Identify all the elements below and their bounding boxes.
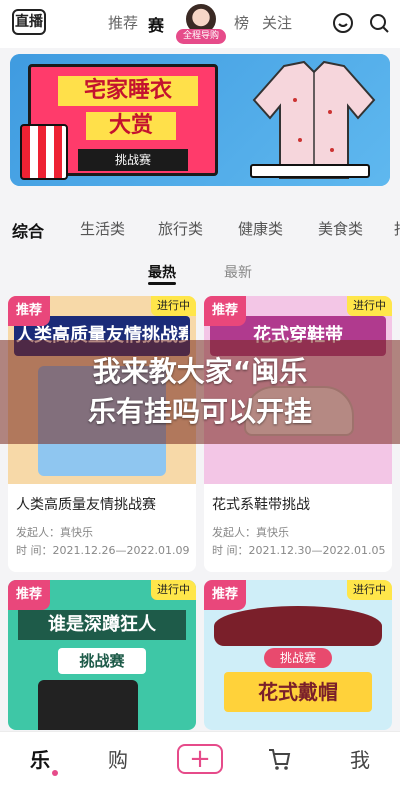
banner-stripe xyxy=(250,164,370,178)
recommend-tag: 推荐 xyxy=(204,580,247,610)
tab-me[interactable]: 我 xyxy=(340,744,380,773)
challenge-card[interactable]: 挑战赛 花式戴帽 推荐 进行中 xyxy=(204,580,392,730)
recommend-tag: 推荐 xyxy=(204,296,247,326)
bottom-tab-bar: 乐 购 + 我 xyxy=(0,731,400,789)
search-icon[interactable] xyxy=(368,12,390,34)
tab-health[interactable]: 健康类 xyxy=(238,218,283,239)
overlay-line1: 我来教大家“闽乐 xyxy=(92,355,308,388)
card-initiator: 发起人：真快乐 xyxy=(16,526,93,539)
recommend-tag: 推荐 xyxy=(8,296,51,326)
cart-icon[interactable] xyxy=(266,746,292,772)
card-time: 时 间：2021.12.26—2022.01.09 xyxy=(16,544,190,557)
sort-underline xyxy=(148,282,176,285)
card-title: 花式系鞋带挑战 xyxy=(212,497,310,513)
card-image-caption: 花式戴帽 xyxy=(224,672,372,712)
live-logo[interactable]: 直播 xyxy=(12,9,46,35)
banner-badge: 挑战赛 xyxy=(78,149,188,171)
guide-label: 全程导购 xyxy=(176,29,226,44)
hat-illustration xyxy=(214,606,382,646)
shopping-guide[interactable]: 全程导购 xyxy=(176,2,226,44)
tab-all[interactable]: 综合 xyxy=(12,218,44,242)
recommend-tag: 推荐 xyxy=(8,580,51,610)
nav-contest[interactable]: 赛 xyxy=(148,12,164,36)
status-badge: 进行中 xyxy=(347,580,392,600)
tab-travel[interactable]: 旅行类 xyxy=(158,218,203,239)
category-tabs: 综合 生活类 旅行类 健康类 美食类 报 xyxy=(0,212,400,242)
nav-recommend[interactable]: 推荐 xyxy=(108,12,138,33)
status-badge: 进行中 xyxy=(347,296,392,316)
create-button[interactable]: + xyxy=(177,744,223,774)
pajama-shirt-illustration xyxy=(252,60,376,179)
nav-follow[interactable]: 关注 xyxy=(262,12,292,33)
top-bar: 直播 推荐 赛 全程导购 榜 关注 xyxy=(0,0,400,48)
sort-newest[interactable]: 最新 xyxy=(224,262,252,282)
sort-tabs: 最热 最新 xyxy=(0,260,400,285)
card-title: 人类高质量友情挑战赛 xyxy=(16,497,156,513)
nav-rank[interactable]: 榜 xyxy=(234,12,249,33)
tab-shop[interactable]: 购 xyxy=(98,744,138,773)
pants-illustration xyxy=(38,680,138,730)
active-dot xyxy=(52,770,58,776)
popcorn-illustration xyxy=(20,124,68,180)
status-badge: 进行中 xyxy=(151,296,196,316)
card-time: 时 间：2021.12.30—2022.01.05 xyxy=(212,544,386,557)
card-image-badge: 挑战赛 xyxy=(264,648,332,668)
banner-title-line2: 大赏 xyxy=(86,112,176,140)
sort-hottest[interactable]: 最热 xyxy=(148,262,176,282)
tab-more[interactable]: 报 xyxy=(394,218,400,239)
overlay-caption: 我来教大家“闽乐 乐有挂吗可以开挂 xyxy=(0,340,400,444)
tab-life[interactable]: 生活类 xyxy=(80,218,125,239)
overlay-line2: 乐有挂吗可以开挂 xyxy=(87,395,312,428)
card-initiator: 发起人：真快乐 xyxy=(212,526,289,539)
status-badge: 进行中 xyxy=(151,580,196,600)
tab-le[interactable]: 乐 xyxy=(20,744,60,773)
banner-title-line1: 宅家睡衣 xyxy=(58,76,198,106)
challenge-card[interactable]: 谁是深蹲狂人 挑战赛 推荐 进行中 xyxy=(8,580,196,730)
card-image-badge: 挑战赛 xyxy=(58,648,146,674)
smile-icon[interactable] xyxy=(332,12,354,34)
tab-food[interactable]: 美食类 xyxy=(318,218,363,239)
card-image-caption: 谁是深蹲狂人 xyxy=(18,610,186,640)
hero-banner[interactable]: 宅家睡衣 大赏 挑战赛 xyxy=(10,54,390,186)
